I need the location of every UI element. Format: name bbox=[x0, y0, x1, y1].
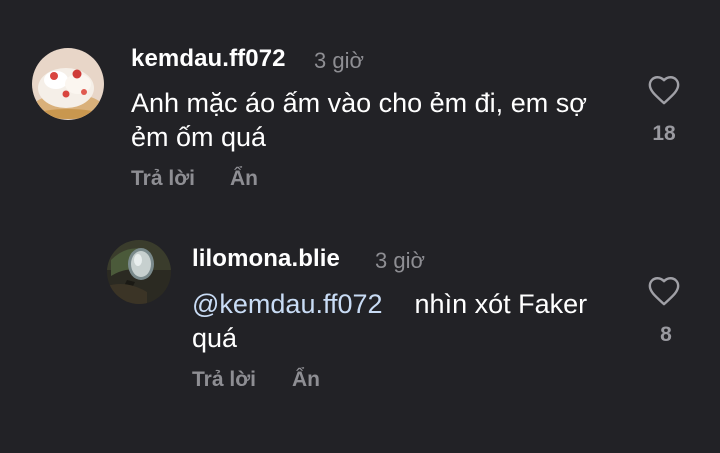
timestamp: 3 giờ bbox=[375, 248, 425, 273]
cake-avatar-icon bbox=[32, 48, 104, 120]
comment-text-line: Anh mặc áo ấm vào cho ẻm đi, em sợ bbox=[131, 88, 587, 118]
like-button[interactable] bbox=[647, 275, 681, 307]
comment-text-line: quá bbox=[192, 323, 238, 353]
username[interactable]: kemdau.ff072 bbox=[131, 45, 286, 73]
comment-text: @kemdau.ff072 nhìn xót Faker quá bbox=[192, 287, 587, 355]
comment-text: Anh mặc áo ấm vào cho ẻm đi, em sợ ẻm ốm… bbox=[131, 86, 587, 154]
username[interactable]: lilomona.blie bbox=[192, 245, 340, 273]
reply-button[interactable]: Trả lời bbox=[192, 368, 256, 392]
timestamp: 3 giờ bbox=[314, 48, 364, 73]
like-count: 18 bbox=[652, 122, 676, 145]
reply-button[interactable]: Trả lời bbox=[131, 167, 195, 191]
mention-link[interactable]: @kemdau.ff072 bbox=[192, 289, 383, 319]
comment-text-segment: nhìn xót Faker bbox=[414, 289, 588, 319]
hide-button[interactable]: Ẩn bbox=[230, 167, 258, 191]
comment-text-line: ẻm ốm quá bbox=[131, 122, 267, 152]
comments-panel: kemdau.ff072 3 giờ Anh mặc áo ấm vào cho… bbox=[0, 0, 720, 453]
like-count: 8 bbox=[660, 323, 672, 346]
comment-text-line: @kemdau.ff072 nhìn xót Faker bbox=[192, 287, 587, 321]
mirror-avatar-icon bbox=[107, 240, 171, 304]
avatar[interactable] bbox=[32, 48, 104, 120]
heart-outline-icon bbox=[648, 277, 680, 306]
hide-button[interactable]: Ẩn bbox=[292, 368, 320, 392]
avatar[interactable] bbox=[107, 240, 171, 304]
like-button[interactable] bbox=[647, 74, 681, 106]
heart-outline-icon bbox=[648, 76, 680, 105]
